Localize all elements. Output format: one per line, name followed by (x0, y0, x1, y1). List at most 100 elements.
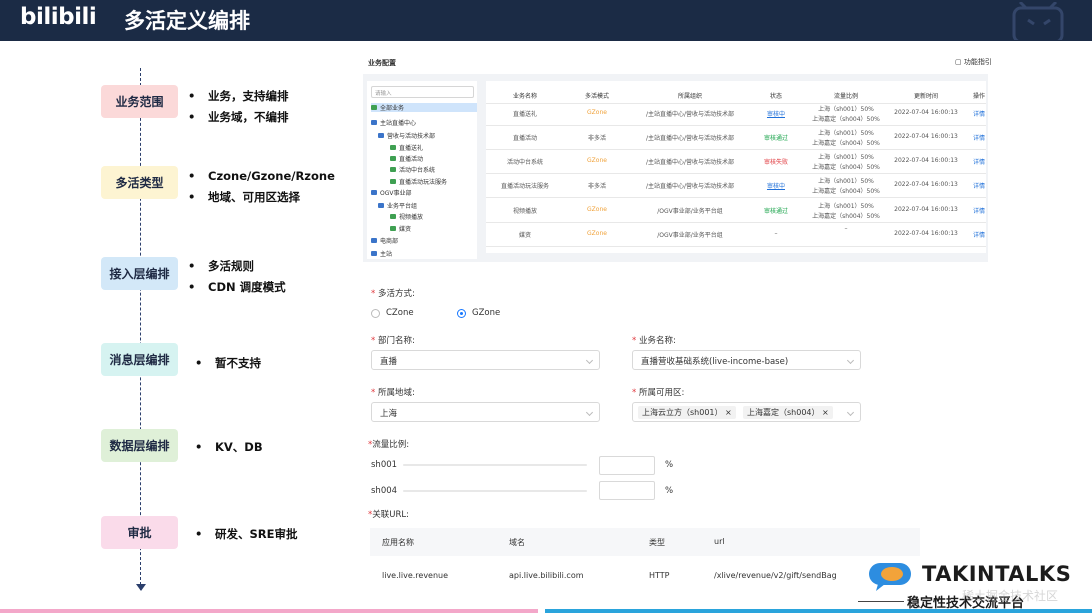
cell-ratio: 上海嘉定（sh004）50% (812, 116, 880, 123)
tree-item-label: 媒资 (399, 226, 412, 233)
cell-op[interactable]: 详情 (919, 109, 1039, 118)
traffic-slider[interactable] (403, 464, 587, 466)
cell-ratio: 上海（sh001）50% (818, 130, 874, 137)
cell-ratio: 上海（sh001）50% (818, 106, 874, 113)
table-divider (486, 173, 986, 174)
table-divider (486, 197, 986, 198)
cell-op[interactable]: 详情 (919, 133, 1039, 142)
url-type: HTTP (649, 571, 670, 580)
table-header-cell: 更新时间 (913, 93, 938, 100)
table-header-cell: 业务名称 (512, 93, 537, 100)
page-title: 多活定义编排 (124, 9, 250, 33)
region-select[interactable]: 上海 (371, 402, 600, 422)
cell-ratio: 上海（sh001）50% (818, 154, 874, 161)
biz-value: 直播营收基础系统(live-income-base) (641, 357, 789, 367)
section-bullets: KV、DB (195, 437, 263, 458)
tree-item[interactable]: 视频播放 (390, 212, 423, 221)
cell-ratio: 上海嘉定（sh004）50% (812, 213, 880, 220)
section-pill: 消息层编排 (101, 343, 178, 376)
url-table-header (370, 528, 920, 556)
cell-op[interactable]: 详情 (919, 181, 1039, 190)
tree-item[interactable]: 主站 (371, 249, 392, 258)
table-divider (486, 222, 986, 223)
bullet-item: CDN 调度模式 (188, 277, 286, 298)
biz-label: * 业务名称: (632, 336, 676, 346)
chevron-down-icon (585, 408, 594, 417)
tree-item[interactable]: 主站直播中心 (371, 118, 416, 127)
zone-multiselect[interactable]: 上海云立方（sh001） × 上海嘉定（sh004） × (632, 402, 861, 422)
footer-stripe-pink (0, 609, 538, 613)
bullet-item: 多活规则 (188, 256, 286, 277)
tree-item[interactable]: 全部业务 (371, 103, 477, 112)
bullet-item: Czone/Gzone/Rzone (188, 166, 335, 187)
timeline-arrow-icon (136, 584, 146, 591)
folder-icon (371, 105, 377, 110)
timeline-line (140, 68, 141, 590)
tree-item[interactable]: OGV事业部 (371, 188, 411, 197)
bullet-item: 业务，支持编排 (188, 86, 289, 107)
takintalks-bubble-icon (869, 563, 911, 591)
url-label: *关联URL: (368, 510, 409, 520)
folder-icon (371, 120, 377, 125)
czone-radio[interactable] (371, 309, 380, 318)
gzone-radio[interactable] (457, 309, 466, 318)
cell-ratio: 上海嘉定（sh004）50% (812, 188, 880, 195)
folder-icon (390, 145, 396, 150)
folder-icon (371, 190, 377, 195)
help-link[interactable]: ▢ 功能指引 (955, 57, 992, 67)
table-divider (486, 149, 986, 150)
section-pill: 业务范围 (101, 85, 178, 118)
biz-select[interactable]: 直播营收基础系统(live-income-base) (632, 350, 861, 370)
folder-icon (390, 167, 396, 172)
bullet-item: 地域、可用区选择 (188, 187, 335, 208)
section-pill: 多活类型 (101, 166, 178, 199)
cell-op[interactable]: 详情 (919, 157, 1039, 166)
tree-item[interactable]: 直播活动玩法服务 (390, 177, 447, 186)
tree-item[interactable]: 直播送礼 (390, 143, 423, 152)
bullet-item: 业务域，不编排 (188, 107, 289, 128)
section-bullets: 研发、SRE审批 (195, 524, 298, 545)
tree-search-input[interactable]: 请输入 (371, 86, 474, 98)
tree-item[interactable]: 业务平台组 (378, 201, 417, 210)
tree-item-label: 营收与活动技术部 (387, 133, 436, 140)
tree-item-label: 业务平台组 (387, 203, 418, 210)
url-path: /xlive/revenue/v2/gift/sendBag (714, 571, 837, 580)
chevron-down-icon (585, 356, 594, 365)
tree-item[interactable]: 媒资 (390, 224, 411, 233)
cell-op[interactable]: 详情 (919, 206, 1039, 215)
tree-item-label: 主站直播中心 (380, 120, 417, 127)
help-label: 功能指引 (963, 58, 992, 66)
section-bullets: 暂不支持 (195, 353, 261, 374)
region-value: 上海 (380, 409, 398, 419)
folder-icon (390, 179, 396, 184)
czone-label: CZone (386, 308, 414, 318)
bullet-item: KV、DB (195, 437, 263, 458)
section-pill: 数据层编排 (101, 429, 178, 462)
tree-item[interactable]: 活动中台系统 (390, 165, 435, 174)
folder-icon (378, 203, 384, 208)
traffic-input[interactable] (599, 456, 655, 475)
chevron-down-icon (846, 408, 855, 417)
tree-item[interactable]: 直播活动 (390, 154, 423, 163)
folder-icon (371, 251, 377, 256)
folder-icon (390, 226, 396, 231)
tree-item[interactable]: 营收与活动技术部 (378, 131, 435, 140)
zone-tag[interactable]: 上海嘉定（sh004） × (743, 406, 833, 419)
mode-label: * 多活方式: (371, 289, 415, 299)
table-header-cell: 流量比例 (833, 93, 858, 100)
tree-item[interactable]: 电商部 (371, 236, 398, 245)
url-col-type: 类型 (649, 538, 665, 547)
cell-op[interactable]: 详情 (919, 230, 1039, 239)
table-divider (486, 125, 986, 126)
zone-tag[interactable]: 上海云立方（sh001） × (638, 406, 736, 419)
watermark: 稀土掘金技术社区 (962, 589, 1059, 603)
dept-select[interactable]: 直播 (371, 350, 600, 370)
cell-ratio: – (844, 225, 848, 232)
table-header-cell: 所属组织 (677, 93, 702, 100)
cell-ratio: 上海嘉定（sh004）50% (812, 164, 880, 171)
traffic-slider[interactable] (403, 490, 587, 492)
brand-divider (858, 601, 904, 602)
table-divider (486, 246, 986, 247)
table-header-cell: 操作 (972, 93, 985, 100)
traffic-input[interactable] (599, 481, 655, 500)
